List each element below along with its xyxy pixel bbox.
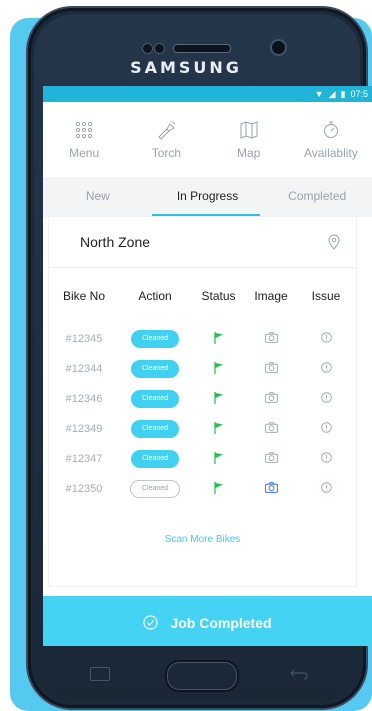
table-row: #12347 Cleaned: [49, 444, 356, 474]
camera-icon[interactable]: [264, 362, 278, 373]
tab-in-progress[interactable]: In Progress: [153, 177, 263, 217]
camera-icon[interactable]: [264, 422, 278, 433]
flag-icon[interactable]: [213, 451, 224, 464]
recent-apps-button[interactable]: [90, 667, 110, 681]
front-camera-icon: [270, 39, 287, 56]
status-bar: ▼ ◢ ▮ 07:5: [43, 86, 372, 102]
top-toolbar: Menu Torch Map Availablity: [43, 102, 372, 177]
cleaned-action-button[interactable]: Cleaned: [131, 360, 179, 378]
info-issue-icon[interactable]: [320, 482, 332, 493]
info-issue-icon[interactable]: [320, 422, 332, 433]
availability-button[interactable]: Availablity: [290, 120, 372, 160]
availability-label: Availablity: [303, 145, 358, 160]
menu-button[interactable]: Menu: [43, 120, 125, 160]
info-issue-icon[interactable]: [320, 452, 332, 463]
job-completed-button[interactable]: Job Completed: [43, 596, 372, 646]
bike-number: #12345: [65, 333, 103, 345]
camera-icon[interactable]: [264, 482, 278, 493]
scan-more-bikes-link[interactable]: Scan More Bikes: [49, 534, 356, 545]
bike-number: #12349: [65, 423, 103, 435]
table-body: #12345 Cleaned #12344 Cleaned #12346 Cleaned #…: [49, 324, 356, 504]
tab-bar: New In Progress Completed: [43, 177, 372, 217]
camera-icon[interactable]: [264, 392, 278, 403]
bike-number: #12347: [65, 453, 103, 465]
flag-icon[interactable]: [213, 331, 224, 344]
camera-icon[interactable]: [264, 452, 278, 463]
flag-icon[interactable]: [213, 361, 224, 374]
sensor-icon: [154, 43, 165, 54]
header-image: Image: [254, 289, 288, 303]
camera-icon[interactable]: [264, 332, 278, 343]
cleaned-action-button[interactable]: Cleaned: [131, 450, 179, 468]
header-action: Action: [138, 289, 172, 303]
menu-label: Menu: [69, 145, 100, 160]
tab-completed[interactable]: Completed: [262, 177, 372, 217]
map-label: Map: [236, 145, 261, 160]
flag-icon[interactable]: [213, 481, 224, 494]
torch-icon: [158, 120, 176, 140]
table-header: Bike No Action Status Image Issue: [49, 268, 356, 324]
grid-icon: [76, 121, 93, 138]
torch-button[interactable]: Torch: [125, 120, 207, 160]
info-issue-icon[interactable]: [320, 332, 332, 343]
cleaned-action-button[interactable]: Cleaned: [131, 390, 179, 408]
home-button[interactable]: [165, 660, 239, 692]
earpiece-speaker: [173, 44, 231, 53]
header-bike-no: Bike No: [62, 289, 106, 303]
bike-number: #12344: [65, 363, 103, 375]
device-brand: SAMSUNG: [130, 58, 242, 77]
header-issue: Issue: [311, 289, 341, 303]
tab-new[interactable]: New: [43, 177, 153, 217]
content-card: North Zone Bike No Action Status Image I…: [49, 217, 356, 586]
cleaned-action-button[interactable]: Cleaned: [131, 330, 179, 348]
app-screen: ▼ ◢ ▮ 07:5 Menu Torch Map Availablity Ne…: [43, 86, 372, 646]
table-row: #12349 Cleaned: [49, 414, 356, 444]
battery-icon: ▮: [340, 88, 346, 99]
map-icon: [240, 120, 258, 139]
zone-header: North Zone: [49, 217, 356, 268]
cleaned-action-button[interactable]: Cleaned: [131, 420, 179, 438]
flag-icon[interactable]: [213, 421, 224, 434]
signal-icon: ◢: [328, 88, 336, 99]
back-icon[interactable]: [290, 668, 308, 680]
table-row: #12350 Cleaned: [49, 474, 356, 504]
table-row: #12344 Cleaned: [49, 354, 356, 384]
zone-title: North Zone: [80, 234, 151, 250]
check-circle-icon: [143, 615, 159, 630]
timer-icon: [323, 121, 338, 138]
bike-number: #12346: [65, 393, 103, 405]
torch-label: Torch: [151, 145, 182, 160]
info-issue-icon[interactable]: [320, 392, 332, 403]
info-issue-icon[interactable]: [320, 362, 332, 373]
cleaned-action-button[interactable]: Cleaned: [130, 480, 180, 498]
flag-icon[interactable]: [213, 391, 224, 404]
header-status: Status: [201, 289, 236, 303]
table-row: #12346 Cleaned: [49, 384, 356, 414]
location-pin-icon[interactable]: [328, 234, 340, 250]
table-row: #12345 Cleaned: [49, 324, 356, 354]
job-completed-label: Job Completed: [170, 614, 272, 631]
sensor-icon: [142, 43, 153, 54]
wifi-icon: ▼: [314, 89, 324, 99]
status-time: 07:5: [350, 89, 368, 99]
map-button[interactable]: Map: [208, 120, 290, 160]
bike-number: #12350: [65, 483, 103, 495]
